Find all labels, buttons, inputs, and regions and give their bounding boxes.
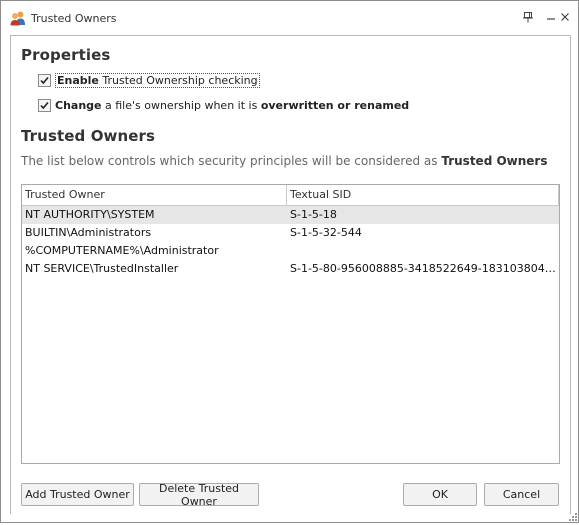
change-label-bold: Change (55, 98, 102, 112)
enable-label: Enable Trusted Ownership checking (55, 72, 260, 88)
change-label: Change a file's ownership when it is ove… (55, 99, 409, 112)
trusted-owners-description: The list below controls which security p… (21, 154, 548, 168)
dialog-body: Properties Enable Trusted Ownership chec… (10, 35, 571, 514)
enable-checkbox[interactable] (38, 73, 51, 87)
trusted-owners-heading: Trusted Owners (21, 127, 156, 145)
owner-cell: NT AUTHORITY\SYSTEM (25, 208, 155, 221)
title-bar[interactable]: Trusted Owners (1, 1, 578, 35)
add-trusted-owner-button[interactable]: Add Trusted Owner (21, 483, 134, 506)
owner-cell: BUILTIN\Administrators (25, 226, 152, 239)
owner-cell: %COMPUTERNAME%\Administrator (25, 244, 219, 257)
column-header-trusted-owner[interactable]: Trusted Owner (22, 185, 287, 205)
table-row[interactable]: NT AUTHORITY\SYSTEM S-1-5-18 (22, 206, 559, 224)
sid-cell: S-1-5-80-956008885-3418522649-1831038044… (290, 262, 556, 275)
change-label-text: a file's ownership when it is (101, 98, 261, 112)
sid-cell: S-1-5-18 (290, 208, 337, 221)
column-header-textual-sid[interactable]: Textual SID (287, 185, 559, 205)
delete-trusted-owner-button[interactable]: Delete Trusted Owner (139, 482, 259, 508)
ok-button[interactable]: OK (403, 483, 477, 506)
owner-cell: NT SERVICE\TrustedInstaller (25, 262, 179, 275)
enable-trusted-ownership-option[interactable]: Enable Trusted Ownership checking (38, 72, 260, 88)
properties-heading: Properties (21, 46, 111, 64)
table-row[interactable]: %COMPUTERNAME%\Administrator (22, 242, 559, 260)
enable-label-text: Trusted Ownership checking (98, 73, 258, 87)
pin-icon[interactable] (521, 10, 535, 24)
change-label-bold-2: overwritten or renamed (260, 98, 410, 112)
trusted-owners-dialog: Trusted Owners Properties Enable Trusted… (0, 0, 579, 523)
cancel-button[interactable]: Cancel (484, 483, 559, 506)
resize-grip-icon[interactable] (568, 512, 578, 522)
table-row[interactable]: BUILTIN\Administrators S-1-5-32-544 (22, 224, 559, 242)
table-row[interactable]: NT SERVICE\TrustedInstaller S-1-5-80-956… (22, 260, 559, 278)
trusted-owners-list[interactable]: Trusted Owner Textual SID NT AUTHORITY\S… (21, 184, 560, 464)
list-header: Trusted Owner Textual SID (22, 185, 559, 206)
minimize-icon[interactable] (544, 10, 558, 24)
window-title: Trusted Owners (31, 12, 117, 25)
description-bold: Trusted Owners (441, 154, 548, 168)
enable-label-bold: Enable (57, 73, 99, 87)
change-checkbox[interactable] (38, 98, 51, 112)
change-ownership-option[interactable]: Change a file's ownership when it is ove… (38, 97, 409, 113)
description-text: The list below controls which security p… (21, 154, 442, 168)
close-icon[interactable] (558, 10, 572, 24)
sid-cell: S-1-5-32-544 (290, 226, 362, 239)
users-icon (10, 10, 26, 26)
